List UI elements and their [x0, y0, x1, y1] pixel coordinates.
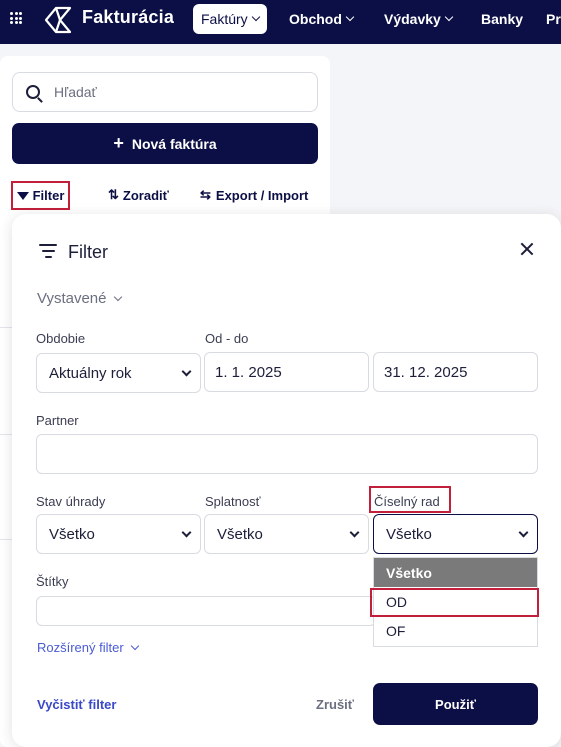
nav-tab-truncated[interactable]: Pr	[546, 11, 561, 27]
chevron-down-icon	[113, 292, 122, 301]
option-od-highlight	[370, 588, 539, 617]
nav-tab-obchod[interactable]: Obchod	[289, 11, 355, 27]
due-value: Všetko	[217, 525, 263, 543]
export-import-label: Export / Import	[215, 187, 309, 203]
date-from-input[interactable]: 1. 1. 2025	[204, 352, 369, 392]
period-value: Aktuálny rok	[49, 364, 132, 382]
period-label: Obdobie	[36, 331, 86, 346]
nav-tab-label: Pr	[546, 11, 561, 27]
apps-grid-icon[interactable]	[10, 12, 22, 24]
list-divider	[0, 327, 12, 328]
funnel-icon	[16, 191, 29, 200]
list-divider	[0, 539, 12, 540]
nav-tab-label: Výdavky	[384, 11, 441, 27]
due-label: Splatnosť	[205, 494, 261, 509]
export-import-button[interactable]: ⇆ Export / Import	[200, 187, 308, 203]
chevron-down-icon	[181, 527, 192, 537]
new-invoice-label: Nová faktúra	[131, 135, 217, 152]
due-select[interactable]: Všetko	[204, 514, 369, 554]
partner-label: Partner	[36, 413, 79, 428]
number-series-select[interactable]: Všetko	[373, 514, 538, 554]
filter-dialog-title: Filter	[68, 242, 108, 262]
issued-toggle[interactable]: Vystavené	[37, 290, 122, 307]
search-input[interactable]	[54, 84, 294, 100]
chevron-down-icon	[345, 12, 355, 22]
dropdown-option-of[interactable]: OF	[374, 616, 537, 645]
dropdown-option-vsetko[interactable]: Všetko	[374, 558, 537, 587]
date-range-label: Od - do	[205, 331, 249, 346]
payment-status-value: Všetko	[49, 525, 95, 543]
nav-tab-label: Banky	[481, 11, 524, 27]
chevron-down-icon	[251, 12, 260, 22]
list-divider	[0, 434, 12, 435]
apply-button-label: Použiť	[435, 696, 476, 712]
close-icon[interactable]	[518, 240, 536, 258]
nav-tab-vydavky[interactable]: Výdavky	[384, 11, 454, 27]
apply-button[interactable]: Použiť	[373, 683, 538, 725]
chevron-down-icon	[444, 12, 454, 22]
nav-tab-banky[interactable]: Banky	[481, 11, 523, 27]
new-invoice-button[interactable]: + Nová faktúra	[12, 123, 318, 164]
clear-filter-button[interactable]: Vyčistiť filter	[37, 697, 116, 712]
tags-input[interactable]	[36, 596, 376, 626]
brand-name[interactable]: Fakturácia	[82, 7, 174, 28]
filter-button[interactable]: Filter	[11, 181, 70, 210]
advanced-filter-toggle[interactable]: Rozšírený filter	[37, 640, 139, 655]
search-icon	[26, 85, 40, 99]
number-series-label: Číselný rad	[374, 494, 440, 509]
tags-label: Štítky	[36, 574, 69, 589]
fakturacia-logo-icon[interactable]	[44, 6, 72, 34]
filter-button-label: Filter	[32, 188, 65, 203]
sort-button-label: Zoradiť	[122, 187, 169, 203]
partner-input[interactable]	[36, 434, 538, 474]
plus-icon: +	[113, 133, 124, 153]
payment-status-label: Stav úhrady	[36, 494, 106, 509]
chevron-down-icon	[130, 641, 139, 650]
date-from-value: 1. 1. 2025	[215, 363, 282, 381]
nav-tab-faktury[interactable]: Faktúry	[193, 4, 267, 34]
chevron-down-icon	[181, 366, 192, 376]
period-select[interactable]: Aktuálny rok	[36, 353, 201, 393]
payment-status-select[interactable]: Všetko	[36, 514, 201, 554]
top-navigation-bar: Fakturácia Faktúry Obchod Výdavky Banky …	[0, 0, 561, 44]
filter-lines-icon	[38, 244, 58, 262]
issued-label: Vystavené	[37, 290, 107, 307]
nav-tab-label: Faktúry	[201, 11, 248, 27]
chevron-down-icon	[349, 527, 360, 537]
nav-tab-label: Obchod	[289, 11, 342, 27]
cancel-button[interactable]: Zrušiť	[316, 697, 354, 712]
advanced-filter-label: Rozšírený filter	[37, 640, 124, 655]
number-series-value: Všetko	[386, 525, 432, 543]
date-to-value: 31. 12. 2025	[384, 363, 468, 381]
sort-button[interactable]: ⇅ Zoradiť	[108, 187, 169, 203]
sort-icon: ⇅	[108, 187, 119, 202]
chevron-down-icon	[518, 527, 529, 537]
date-to-input[interactable]: 31. 12. 2025	[373, 352, 538, 392]
search-box[interactable]	[12, 72, 318, 112]
swap-arrows-icon: ⇆	[200, 187, 211, 202]
